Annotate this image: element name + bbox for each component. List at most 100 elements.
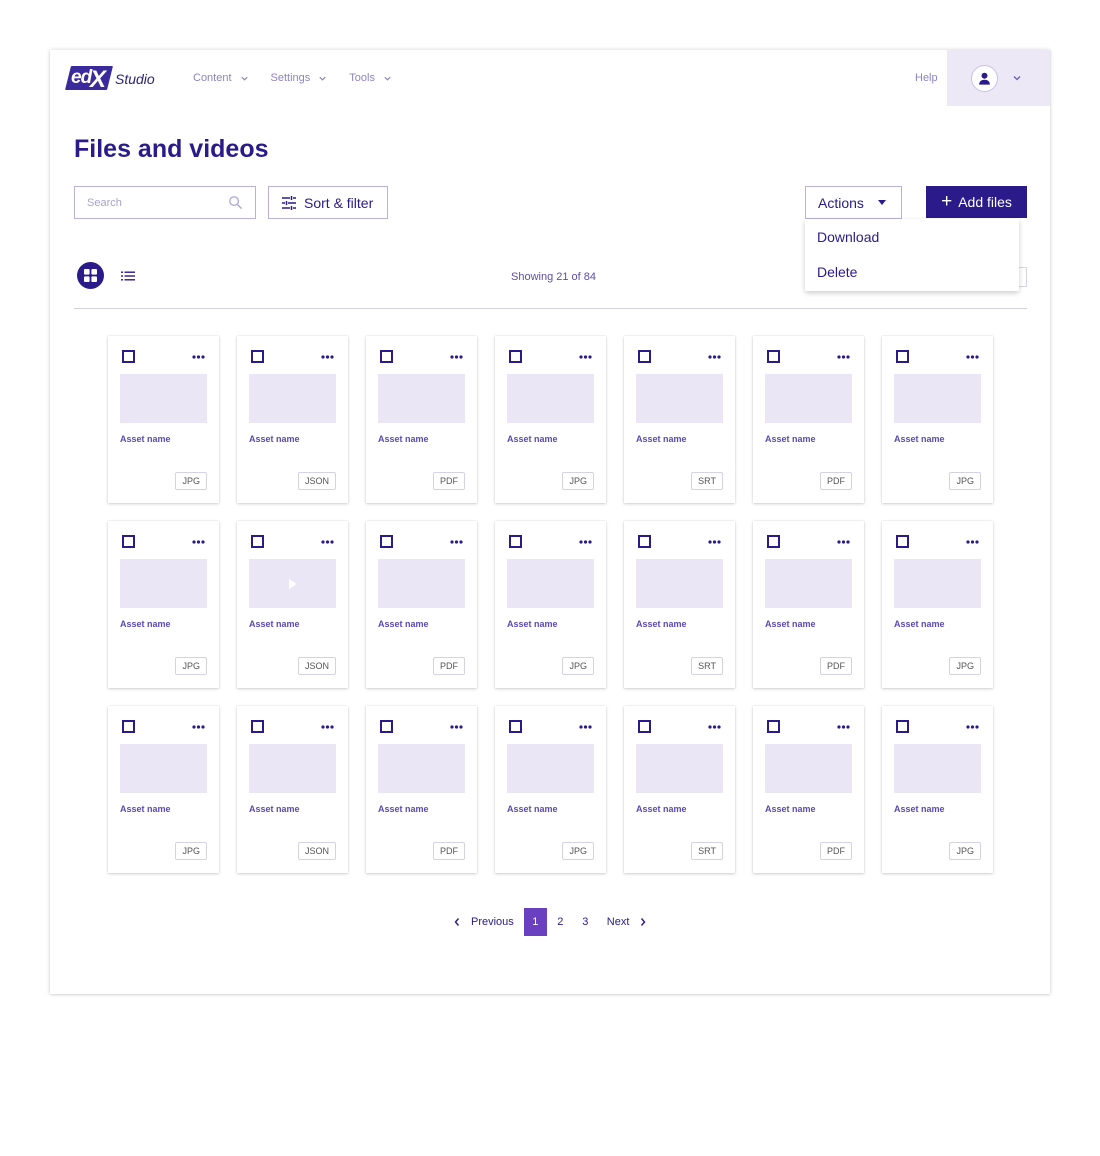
asset-thumbnail[interactable]: [378, 374, 465, 423]
sort-filter-button[interactable]: Sort & filter: [268, 186, 388, 219]
asset-thumbnail[interactable]: [120, 374, 207, 423]
more-options-icon[interactable]: [708, 725, 721, 729]
page-1-button[interactable]: 1: [523, 908, 547, 936]
asset-thumbnail[interactable]: [636, 744, 723, 793]
more-options-icon[interactable]: [321, 355, 334, 359]
more-options-icon[interactable]: [192, 540, 205, 544]
asset-card[interactable]: Asset name SRT: [624, 336, 735, 503]
asset-checkbox[interactable]: [251, 350, 264, 363]
asset-checkbox[interactable]: [638, 720, 651, 733]
asset-checkbox[interactable]: [251, 535, 264, 548]
asset-thumbnail[interactable]: [378, 559, 465, 608]
asset-card[interactable]: Asset name JSON: [237, 706, 348, 873]
nav-settings[interactable]: Settings: [271, 72, 328, 84]
asset-checkbox[interactable]: [380, 350, 393, 363]
next-page-button[interactable]: Next: [607, 916, 648, 928]
asset-thumbnail[interactable]: [507, 374, 594, 423]
asset-checkbox[interactable]: [251, 720, 264, 733]
add-files-button[interactable]: + Add files: [926, 186, 1027, 218]
asset-checkbox[interactable]: [638, 350, 651, 363]
asset-thumbnail[interactable]: [765, 559, 852, 608]
asset-checkbox[interactable]: [122, 720, 135, 733]
asset-card[interactable]: Asset name PDF: [753, 706, 864, 873]
user-menu[interactable]: [947, 50, 1050, 106]
asset-thumbnail[interactable]: [120, 559, 207, 608]
page-3-button[interactable]: 3: [574, 908, 597, 936]
more-options-icon[interactable]: [708, 540, 721, 544]
asset-card[interactable]: Asset name JPG: [108, 336, 219, 503]
search-box[interactable]: [74, 186, 256, 219]
more-options-icon[interactable]: [708, 355, 721, 359]
asset-card[interactable]: Asset name PDF: [366, 521, 477, 688]
asset-card[interactable]: Asset name JPG: [882, 521, 993, 688]
asset-checkbox[interactable]: [767, 535, 780, 548]
asset-thumbnail[interactable]: [636, 374, 723, 423]
search-icon[interactable]: [228, 195, 243, 210]
page-2-button[interactable]: 2: [549, 908, 572, 936]
asset-thumbnail[interactable]: [765, 374, 852, 423]
asset-checkbox[interactable]: [509, 350, 522, 363]
asset-thumbnail[interactable]: [636, 559, 723, 608]
asset-checkbox[interactable]: [767, 720, 780, 733]
asset-checkbox[interactable]: [896, 535, 909, 548]
asset-thumbnail[interactable]: [507, 744, 594, 793]
asset-card[interactable]: Asset name PDF: [366, 336, 477, 503]
asset-thumbnail[interactable]: [507, 559, 594, 608]
asset-card[interactable]: Asset name JPG: [495, 706, 606, 873]
asset-card[interactable]: Asset name JSON: [237, 521, 348, 688]
more-options-icon[interactable]: [450, 725, 463, 729]
more-options-icon[interactable]: [966, 725, 979, 729]
help-link[interactable]: Help: [915, 72, 938, 84]
menu-item-download[interactable]: Download: [805, 219, 1019, 254]
asset-thumbnail[interactable]: [894, 559, 981, 608]
edx-studio-logo[interactable]: ed X Studio: [65, 66, 160, 92]
asset-card[interactable]: Asset name JPG: [495, 336, 606, 503]
list-view-icon[interactable]: [121, 270, 135, 282]
more-options-icon[interactable]: [579, 540, 592, 544]
asset-card[interactable]: Asset name PDF: [753, 336, 864, 503]
asset-thumbnail[interactable]: [249, 744, 336, 793]
asset-thumbnail[interactable]: [894, 374, 981, 423]
actions-dropdown-button[interactable]: Actions: [805, 186, 902, 219]
asset-thumbnail[interactable]: [249, 559, 336, 608]
asset-card[interactable]: Asset name PDF: [753, 521, 864, 688]
asset-card[interactable]: Asset name JPG: [108, 706, 219, 873]
asset-thumbnail[interactable]: [249, 374, 336, 423]
asset-thumbnail[interactable]: [765, 744, 852, 793]
asset-checkbox[interactable]: [896, 350, 909, 363]
nav-tools[interactable]: Tools: [349, 72, 392, 84]
more-options-icon[interactable]: [579, 725, 592, 729]
asset-card[interactable]: Asset name PDF: [366, 706, 477, 873]
more-options-icon[interactable]: [966, 540, 979, 544]
asset-checkbox[interactable]: [509, 720, 522, 733]
more-options-icon[interactable]: [450, 540, 463, 544]
more-options-icon[interactable]: [192, 725, 205, 729]
asset-thumbnail[interactable]: [378, 744, 465, 793]
asset-card[interactable]: Asset name SRT: [624, 706, 735, 873]
more-options-icon[interactable]: [837, 725, 850, 729]
more-options-icon[interactable]: [192, 355, 205, 359]
asset-card[interactable]: Asset name JPG: [108, 521, 219, 688]
more-options-icon[interactable]: [321, 725, 334, 729]
menu-item-delete[interactable]: Delete: [805, 254, 1019, 289]
more-options-icon[interactable]: [579, 355, 592, 359]
asset-thumbnail[interactable]: [120, 744, 207, 793]
asset-card[interactable]: Asset name JPG: [495, 521, 606, 688]
asset-checkbox[interactable]: [509, 535, 522, 548]
more-options-icon[interactable]: [837, 355, 850, 359]
asset-thumbnail[interactable]: [894, 744, 981, 793]
avatar[interactable]: [971, 64, 998, 92]
asset-checkbox[interactable]: [380, 720, 393, 733]
nav-content[interactable]: Content: [193, 72, 249, 84]
more-options-icon[interactable]: [966, 355, 979, 359]
asset-checkbox[interactable]: [122, 350, 135, 363]
asset-card[interactable]: Asset name JPG: [882, 706, 993, 873]
asset-checkbox[interactable]: [896, 720, 909, 733]
previous-page-button[interactable]: Previous: [453, 916, 514, 928]
asset-card[interactable]: Asset name SRT: [624, 521, 735, 688]
more-options-icon[interactable]: [450, 355, 463, 359]
more-options-icon[interactable]: [321, 540, 334, 544]
asset-checkbox[interactable]: [767, 350, 780, 363]
search-input[interactable]: [87, 196, 217, 209]
asset-checkbox[interactable]: [638, 535, 651, 548]
